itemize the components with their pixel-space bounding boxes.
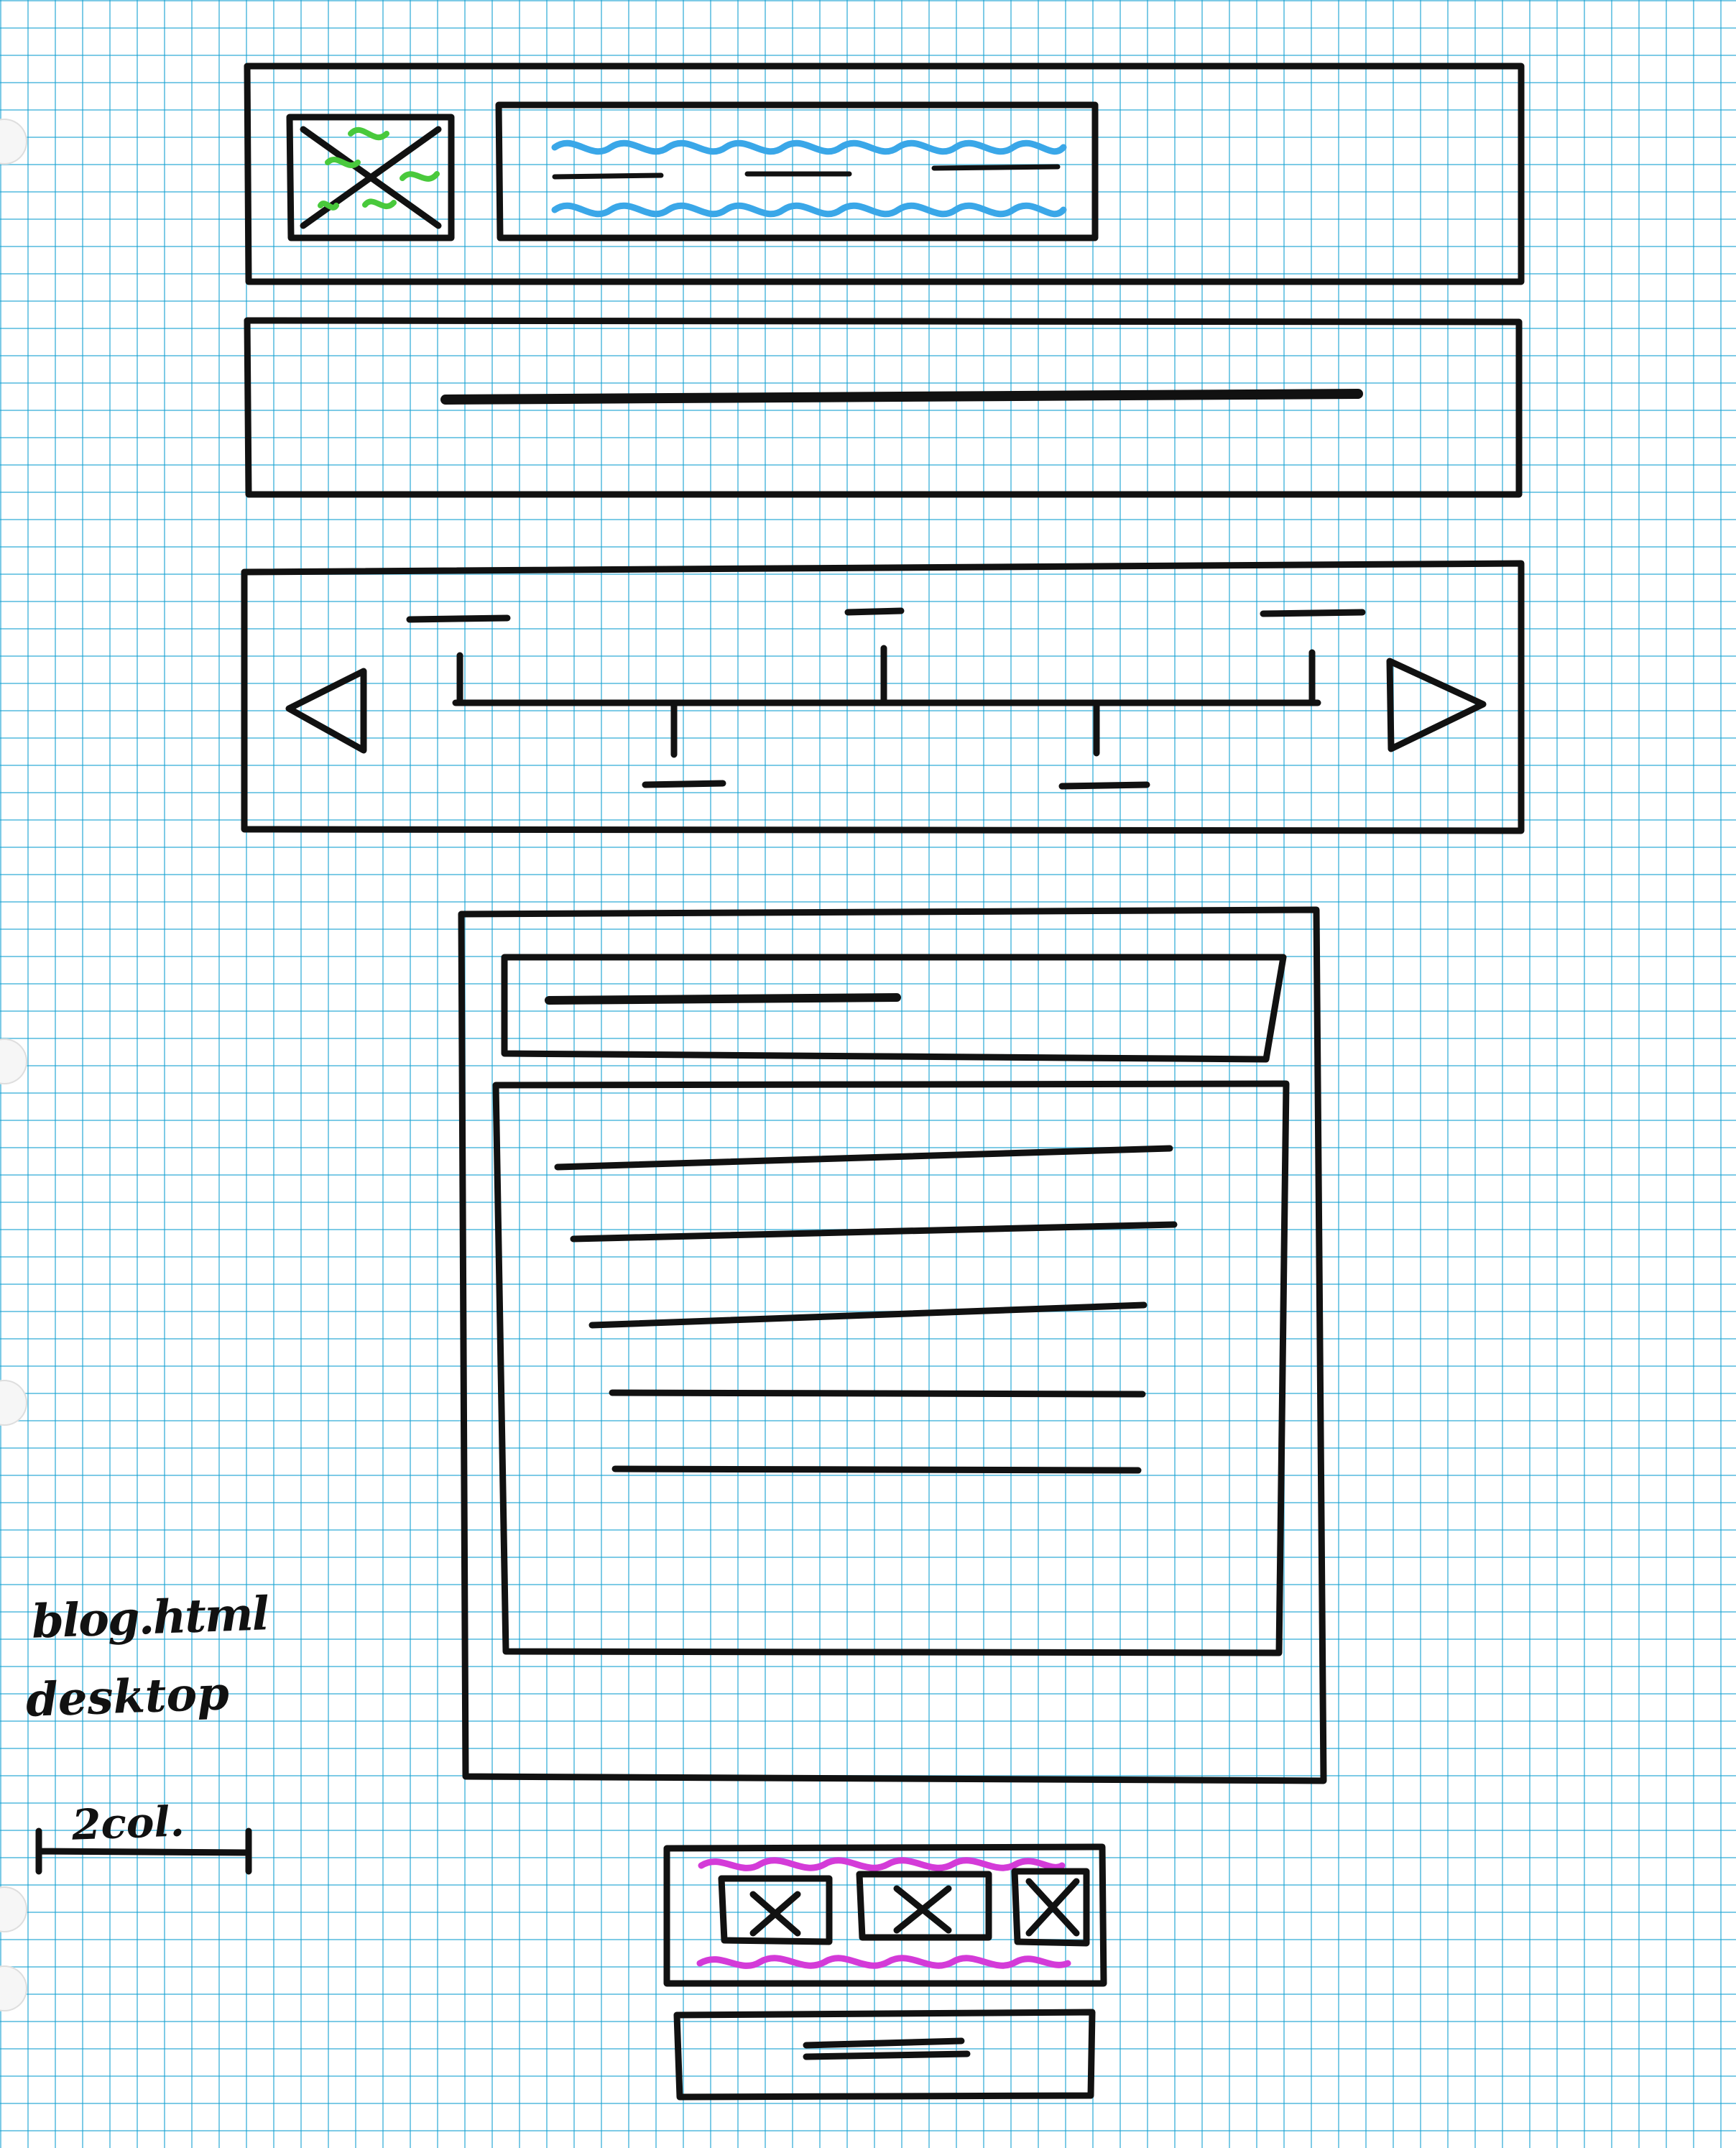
footer-widget-box [663, 1843, 1107, 1987]
page-name-note: blog.html [30, 1587, 269, 1649]
footer-bar-box [673, 2009, 1096, 2101]
header-text-scribble [551, 139, 1067, 218]
wireframe-drawing [35, 63, 1525, 2101]
post-card-box [458, 906, 1327, 1784]
wireframe-sketch-page: blog.html desktop 2col. [0, 0, 1736, 2148]
device-note: desktop [24, 1667, 231, 1728]
timeline-box [241, 560, 1525, 834]
title-banner-box [244, 317, 1523, 498]
scale-label-note: 2col. [70, 1797, 185, 1850]
